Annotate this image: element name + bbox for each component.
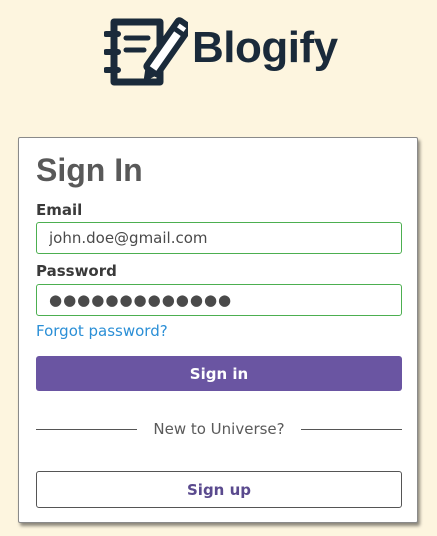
divider-text: New to Universe?: [153, 420, 285, 438]
divider-line-right: [300, 428, 402, 430]
password-label: Password: [36, 262, 117, 280]
email-label: Email: [36, 201, 83, 219]
email-field[interactable]: [36, 222, 402, 254]
sign-in-card: Sign In Email Password Forgot password? …: [18, 137, 418, 523]
page-title: Sign In: [36, 152, 143, 188]
forgot-password-link[interactable]: Forgot password?: [36, 322, 168, 340]
sign-in-button[interactable]: Sign in: [36, 356, 402, 391]
divider-line-left: [36, 428, 138, 430]
notebook-pencil-icon: [104, 17, 188, 86]
brand-logo: Blogify: [104, 10, 338, 90]
brand-name: Blogify: [192, 23, 338, 72]
divider: New to Universe?: [36, 420, 402, 438]
sign-up-button[interactable]: Sign up: [36, 471, 402, 508]
password-field[interactable]: [36, 284, 402, 316]
